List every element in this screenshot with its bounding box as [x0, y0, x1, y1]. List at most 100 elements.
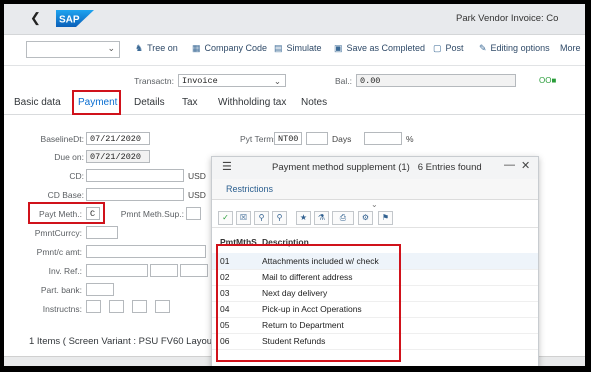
restrictions-bar[interactable]: Restrictions: [212, 179, 538, 200]
sap-logo-text: SAP: [59, 15, 80, 26]
search-next-icon[interactable]: ⚲: [272, 211, 287, 225]
balance-field: 0.00: [356, 74, 516, 87]
cancel-icon[interactable]: ☒: [236, 211, 251, 225]
popup-toolbar: ✓ ☒ ⚲ ⚲ ★ ⚗ ⎙ ⚙ ⚑: [212, 209, 538, 228]
star-icon[interactable]: ★: [296, 211, 311, 225]
simulate-button[interactable]: ▤ Simulate: [274, 43, 322, 54]
tab-basic-data[interactable]: Basic data: [14, 97, 61, 108]
pmnt-meth-sup-label: Pmnt Meth.Sup.:: [120, 209, 184, 219]
pmnt-currcy-field[interactable]: [86, 226, 118, 239]
due-on-field: 07/21/2020: [86, 150, 150, 163]
percent-label: %: [406, 134, 414, 144]
post-icon: ▢: [433, 43, 442, 53]
sap-logo: SAP: [56, 10, 94, 27]
company-code-button[interactable]: ▦ Company Code: [192, 43, 267, 54]
pyt-terms-value: NT00: [278, 134, 299, 144]
toolbar-dropdown[interactable]: ⌄: [26, 41, 120, 58]
cd-label: CD:: [69, 171, 84, 181]
search-icon[interactable]: ⚲: [254, 211, 269, 225]
pmnt-currcy-label: PmntCurrcy:: [34, 228, 82, 238]
shell-header: ❮ SAP Park Vendor Invoice: Co: [4, 4, 585, 35]
chevron-down-icon: ⌄: [273, 76, 281, 86]
popup-title-text: Payment method supplement (1): [272, 162, 410, 173]
pmnt-meth-sup-field[interactable]: [186, 207, 201, 220]
cd-base-label: CD Base:: [47, 190, 84, 200]
tree-icon: ♞: [135, 43, 144, 53]
close-icon[interactable]: ✕: [521, 159, 530, 172]
part-bank-field[interactable]: [86, 283, 114, 296]
transaction-select[interactable]: Invoice ⌄: [178, 74, 286, 87]
inv-ref-field-2[interactable]: [150, 264, 178, 277]
post-label: Post: [445, 43, 464, 53]
minimize-icon[interactable]: —: [504, 159, 515, 171]
items-summary: 1 Items ( Screen Variant : PSU FV60 Layo…: [29, 336, 221, 347]
company-icon: ▦: [192, 43, 201, 53]
back-chevron-icon[interactable]: ❮: [30, 10, 41, 26]
app-screen: ❮ SAP Park Vendor Invoice: Co ⌄ ♞ Tree on…: [4, 4, 585, 366]
tab-notes[interactable]: Notes: [301, 97, 327, 108]
simulate-icon: ▤: [274, 43, 283, 53]
tab-tax[interactable]: Tax: [182, 97, 198, 108]
balance-value: 0.00: [360, 76, 381, 86]
save-icon: ▣: [334, 43, 343, 53]
more-label: More: [560, 43, 581, 53]
percent-field[interactable]: [364, 132, 402, 145]
pin-icon[interactable]: ⚑: [378, 211, 393, 225]
status-indicator: OO■: [539, 76, 557, 85]
popup-title: Payment method supplement (1) 6 Entries …: [272, 162, 482, 173]
payment-tab-highlight: [72, 90, 121, 115]
settings-icon[interactable]: ⚙: [358, 211, 373, 225]
pmnt-c-amt-field[interactable]: [86, 245, 206, 258]
cd-base-unit: USD: [188, 190, 206, 200]
instructns-label: Instructns:: [42, 304, 82, 314]
baseline-value: 07/21/2020: [90, 134, 142, 144]
pencil-icon: ✎: [479, 43, 487, 53]
days-label: Days: [332, 134, 352, 144]
save-completed-label: Save as Completed: [346, 43, 426, 53]
payt-meth-highlight: [28, 202, 105, 224]
baseline-date-field[interactable]: 07/21/2020: [86, 132, 150, 145]
post-button[interactable]: ▢ Post: [433, 43, 464, 54]
instructns-field-3[interactable]: [132, 300, 147, 313]
inv-ref-field-1[interactable]: [86, 264, 148, 277]
entries-highlight: [216, 244, 401, 362]
restrictions-label: Restrictions: [226, 184, 274, 194]
pyt-terms-label: Pyt Terms:: [240, 134, 280, 144]
baseline-label: BaselineDt:: [40, 134, 84, 144]
tab-withholding-tax[interactable]: Withholding tax: [218, 97, 286, 108]
pmnt-c-amt-label: Pmnt/c amt:: [36, 247, 82, 257]
popup-count: 6 Entries found: [417, 162, 482, 173]
page-title: Park Vendor Invoice: Co: [456, 13, 559, 24]
inv-ref-label: Inv. Ref.:: [48, 266, 82, 276]
tab-details[interactable]: Details: [134, 97, 165, 108]
inv-ref-field-3[interactable]: [180, 264, 208, 277]
print-icon[interactable]: ⎙: [332, 211, 354, 225]
popup-header: ☰ Payment method supplement (1) 6 Entrie…: [212, 157, 538, 179]
instructns-field-1[interactable]: [86, 300, 101, 313]
instructns-field-4[interactable]: [155, 300, 170, 313]
filter-icon[interactable]: ⚗: [314, 211, 329, 225]
pyt-terms-field[interactable]: NT00: [274, 132, 302, 145]
cd-field[interactable]: [86, 169, 184, 182]
editing-options-button[interactable]: ✎ Editing options: [479, 43, 550, 54]
chevron-down-icon: ⌄: [107, 43, 115, 53]
tree-on-button[interactable]: ♞ Tree on: [135, 43, 178, 54]
due-on-value: 07/21/2020: [90, 152, 142, 162]
instructns-field-2[interactable]: [109, 300, 124, 313]
more-button[interactable]: More: [560, 43, 581, 53]
simulate-label: Simulate: [286, 43, 322, 53]
balance-label: Bal.:: [334, 76, 352, 86]
payment-method-popup: ☰ Payment method supplement (1) 6 Entrie…: [211, 156, 539, 366]
cd-base-field[interactable]: [86, 188, 184, 201]
days-field[interactable]: [306, 132, 328, 145]
save-completed-button[interactable]: ▣ Save as Completed: [334, 43, 425, 54]
company-code-label: Company Code: [204, 43, 268, 53]
due-on-label: Due on:: [54, 152, 84, 162]
editing-options-label: Editing options: [490, 43, 550, 53]
tree-on-label: Tree on: [147, 43, 178, 53]
menu-icon[interactable]: ☰: [222, 160, 232, 173]
transaction-value: Invoice: [182, 76, 218, 86]
check-icon[interactable]: ✓: [218, 211, 233, 225]
part-bank-label: Part. bank:: [40, 285, 82, 295]
expand-chevron-icon[interactable]: ⌄: [371, 200, 378, 209]
